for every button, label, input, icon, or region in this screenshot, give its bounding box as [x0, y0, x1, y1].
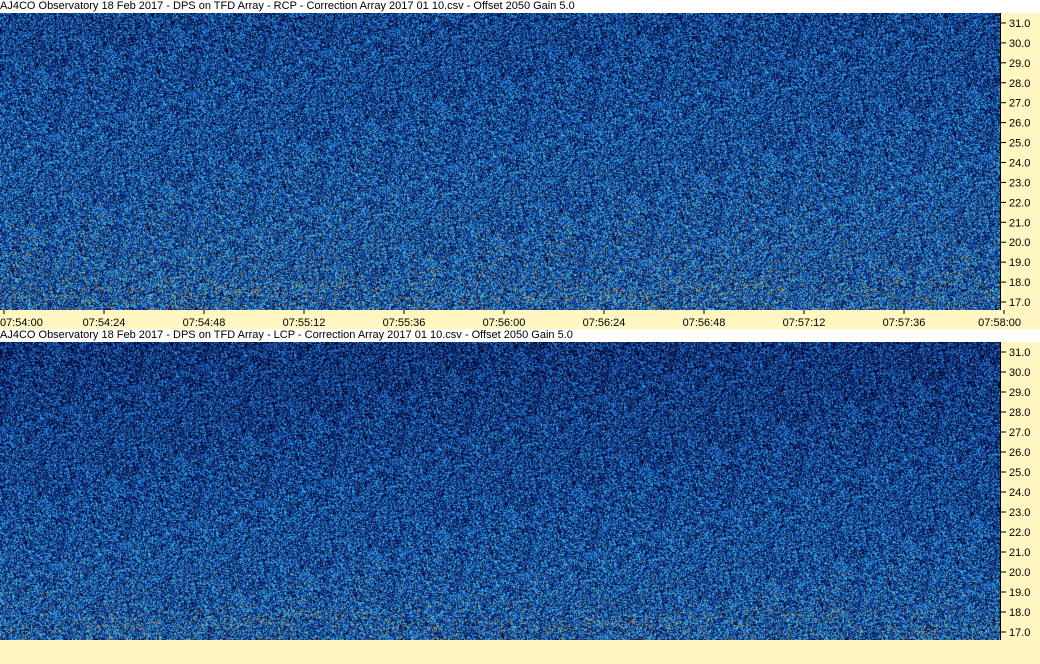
time-tick-label: 07:54:48	[183, 317, 226, 329]
freq-tick-label: 22.0	[1009, 527, 1030, 539]
time-tick-label: 07:56:24	[583, 317, 626, 329]
freq-tick-label: 18.0	[1009, 277, 1030, 289]
panel-title-lcp: AJ4CO Observatory 18 Feb 2017 - DPS on T…	[0, 329, 1040, 342]
time-tick-label: 07:57:36	[883, 317, 926, 329]
time-axis: 07:54:00 07:54:24 07:54:48 07:55:12 07:55:36…	[0, 310, 1040, 329]
freq-tick-label: 25.0	[1009, 467, 1030, 479]
freq-tick-label: 29.0	[1009, 387, 1030, 399]
freq-tick-label: 29.0	[1009, 58, 1030, 70]
freq-tick-label: 26.0	[1009, 118, 1030, 130]
freq-tick-label: 30.0	[1009, 367, 1030, 379]
time-tick-label: 07:56:48	[683, 317, 726, 329]
freq-tick-label: 23.0	[1009, 507, 1030, 519]
freq-tick-label: 17.0	[1009, 297, 1030, 309]
freq-tick-label: 31.0	[1009, 18, 1030, 30]
bottom-axis-strip	[0, 640, 1040, 664]
freq-tick-label: 20.0	[1009, 567, 1030, 579]
freq-tick-label: 25.0	[1009, 138, 1030, 150]
freq-tick-label: 17.0	[1009, 627, 1030, 639]
time-tick-label: 07:58:00	[978, 317, 1021, 329]
time-tick-label: 07:57:12	[783, 317, 826, 329]
freq-tick-label: 21.0	[1009, 547, 1030, 559]
time-tick-label: 07:55:36	[383, 317, 426, 329]
panel-title-rcp: AJ4CO Observatory 18 Feb 2017 - DPS on T…	[0, 0, 1040, 13]
freq-tick-label: 27.0	[1009, 98, 1030, 110]
freq-tick-label: 19.0	[1009, 257, 1030, 269]
freq-tick-label: 27.0	[1009, 427, 1030, 439]
freq-tick-label: 24.0	[1009, 157, 1030, 169]
freq-tick-label: 28.0	[1009, 407, 1030, 419]
freq-tick-label: 24.0	[1009, 487, 1030, 499]
spectrogram-lcp[interactable]	[0, 342, 1000, 640]
spectrogram-rcp[interactable]	[0, 13, 1000, 310]
freq-tick-label: 23.0	[1009, 177, 1030, 189]
freq-tick-label: 18.0	[1009, 607, 1030, 619]
frequency-axis-rcp: 31.0 30.0 29.0 28.0 27.0 26.0 25.0 24.0 23.0 22.0…	[1000, 13, 1040, 310]
time-tick-label: 07:55:12	[283, 317, 326, 329]
freq-tick-label: 31.0	[1009, 347, 1030, 359]
freq-tick-label: 21.0	[1009, 217, 1030, 229]
freq-tick-label: 28.0	[1009, 78, 1030, 90]
time-tick-label: 07:54:00	[0, 317, 43, 329]
freq-tick-label: 19.0	[1009, 587, 1030, 599]
freq-tick-label: 30.0	[1009, 38, 1030, 50]
freq-tick-label: 26.0	[1009, 447, 1030, 459]
freq-tick-label: 20.0	[1009, 237, 1030, 249]
freq-tick-label: 22.0	[1009, 197, 1030, 209]
frequency-axis-lcp: 31.0 30.0 29.0 28.0 27.0 26.0 25.0 24.0 23.0 22.0…	[1000, 342, 1040, 640]
time-tick-label: 07:54:24	[83, 317, 126, 329]
time-tick-label: 07:56:00	[483, 317, 526, 329]
